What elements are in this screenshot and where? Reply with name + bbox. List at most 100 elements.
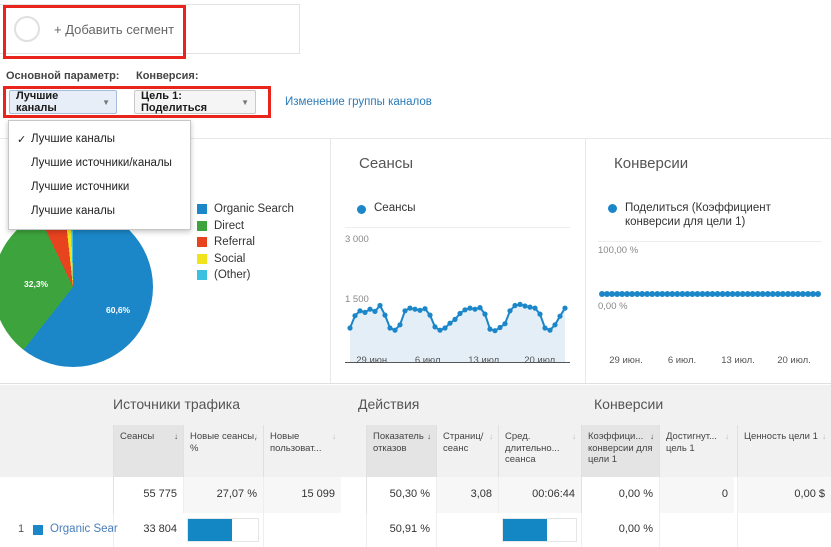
column-header-label: Достигнут... цель 1 [666, 431, 717, 454]
table-group-behavior: Действия [358, 396, 419, 412]
sessions-xtick-3: 20 июл. [513, 355, 569, 366]
conversions-ytick-max: 100,00 % [598, 245, 638, 256]
pie-slice-label-organic: 60,6% [106, 305, 130, 315]
sort-arrow-icon: ↓ [174, 431, 178, 443]
table-row[interactable]: 1 Organic Sear 33 80450,91 %0,00 % [0, 513, 831, 547]
legend-item[interactable]: Direct [197, 218, 294, 235]
sessions-xtick-1: 6 июл. [401, 355, 457, 366]
row-cell-6: 0,00 % [581, 513, 659, 547]
dropdown-item-0[interactable]: ✓ Лучшие каналы [9, 127, 190, 151]
summary-cell-4: 3,08 [436, 477, 498, 513]
sort-arrow-icon: ↓ [725, 431, 729, 443]
add-segment-label: + Добавить сегмент [54, 22, 174, 37]
conversion-value: Цель 1: Поделиться [141, 90, 231, 114]
change-channel-group-link[interactable]: Изменение группы каналов [285, 96, 432, 108]
sessions-xtick-2: 13 июл. [457, 355, 513, 366]
legend-item[interactable]: Social [197, 251, 294, 268]
conversions-xtick-2: 13 июл. [710, 355, 766, 366]
sort-arrow-icon: ↓ [572, 431, 576, 443]
pie-chart-graphic[interactable] [0, 207, 153, 367]
column-header-label: Сред. длительно... сеанса [505, 431, 560, 465]
pie-chart-legend: Organic Search Direct Referral Social (Other… [197, 201, 294, 284]
row-color-swatch [33, 525, 43, 535]
legend-label: Direct [214, 220, 244, 232]
dropdown-item-1[interactable]: Лучшие источники/каналы [9, 151, 190, 175]
summary-cell-3: 50,30 % [366, 477, 436, 513]
conversions-xtick-3: 20 июл. [766, 355, 822, 366]
conversions-xtick-0: 29 июн. [598, 355, 654, 366]
legend-swatch-icon [197, 270, 207, 280]
dropdown-item-label: Лучшие каналы [31, 205, 115, 217]
row-bar-fill [503, 519, 547, 541]
legend-label: Social [214, 253, 245, 265]
sort-arrow-icon: ↓ [489, 431, 493, 443]
table-group-conversions: Конверсии [594, 396, 663, 412]
legend-swatch-icon [197, 237, 207, 247]
column-header-7[interactable]: Достигнут... цель 1 ↓ [659, 425, 734, 477]
summary-cell-8: 0,00 $ [737, 477, 831, 513]
check-icon: ✓ [17, 133, 31, 146]
column-header-2[interactable]: Новые пользоват... ↓ [263, 425, 341, 477]
conversions-top-gridline [598, 241, 822, 242]
legend-label: (Other) [214, 269, 250, 281]
column-header-label: Коэффици... конверсии для цели 1 [588, 431, 653, 465]
sessions-x-axis: 29 июн. 6 июл. 13 июл. 20 июл. [345, 355, 570, 366]
dropdown-item-3[interactable]: Лучшие каналы [9, 199, 190, 223]
sessions-sparkline[interactable] [345, 243, 570, 363]
primary-dimension-dropdown-button[interactable]: Лучшие каналы ▼ [9, 90, 117, 114]
column-header-label: Новые пользоват... [270, 431, 321, 454]
legend-item[interactable]: Organic Search [197, 201, 294, 218]
legend-item[interactable]: (Other) [197, 267, 294, 284]
row-cell-7 [659, 513, 734, 547]
conversion-dropdown-button[interactable]: Цель 1: Поделиться ▼ [134, 90, 256, 114]
primary-dimension-dropdown-menu[interactable]: ✓ Лучшие каналы Лучшие источники/каналы … [8, 120, 191, 230]
row-bar-fill [188, 519, 232, 541]
add-segment-button[interactable]: + Добавить сегмент [0, 5, 299, 53]
column-header-1[interactable]: Новые сеансы, %↓ [183, 425, 263, 477]
column-header-6[interactable]: Коэффици... конверсии для цели 1↓ [581, 425, 659, 477]
conversions-chart-panel: Конверсии Поделиться (Коэффициент конвер… [585, 139, 831, 383]
segment-circle-icon [14, 16, 40, 42]
table-group-row: Источники трафика Действия Конверсии [0, 385, 831, 425]
analytics-page: + Добавить сегмент Основной параметр: Ко… [0, 0, 831, 547]
row-cell-3: 50,91 % [366, 513, 436, 547]
column-header-label: Страниц/ сеанс [443, 431, 483, 454]
row-bar-cell-5 [502, 518, 577, 542]
legend-dot-icon [357, 205, 366, 214]
table-header-row: Сеансы↓Новые сеансы, %↓Новые пользоват..… [0, 425, 831, 478]
row-label-organic-search[interactable]: Organic Sear [50, 523, 120, 535]
row-cell-8 [737, 513, 831, 547]
primary-dimension-value: Лучшие каналы [16, 90, 92, 114]
table-summary-row: 55 77527,07 %15 09950,30 %3,0800:06:440,… [0, 477, 831, 514]
conversions-legend[interactable]: Поделиться (Коэффициент конверсии для це… [608, 201, 808, 229]
pie-chart: 60,6% 32,3% [0, 207, 178, 367]
pie-slice-label-direct: 32,3% [24, 279, 48, 289]
column-header-0[interactable]: Сеансы ↓ [113, 425, 183, 477]
column-header-3[interactable]: Показатель отказов↓ [366, 425, 436, 477]
conversions-sparkline[interactable] [598, 279, 822, 309]
chevron-down-icon: ▼ [92, 98, 110, 107]
legend-swatch-icon [197, 221, 207, 231]
column-header-4[interactable]: Страниц/ сеанс ↓ [436, 425, 498, 477]
dropdown-item-label: Лучшие каналы [31, 133, 115, 145]
legend-item[interactable]: Referral [197, 234, 294, 251]
column-header-label: Сеансы [120, 431, 154, 442]
conversions-chart-title: Конверсии [614, 155, 831, 172]
sessions-top-gridline [345, 227, 570, 236]
sort-arrow-icon: ↓ [332, 431, 336, 443]
conversion-label: Конверсия: [136, 70, 199, 82]
dropdown-item-label: Лучшие источники [31, 181, 129, 193]
summary-cell-1: 27,07 % [183, 477, 263, 513]
sort-arrow-icon: ↓ [822, 431, 826, 443]
summary-cell-6: 0,00 % [581, 477, 659, 513]
summary-cell-5: 00:06:44 [498, 477, 581, 513]
primary-dimension-label: Основной параметр: [6, 70, 119, 82]
sessions-chart-title: Сеансы [359, 155, 585, 172]
sort-arrow-icon: ↓ [427, 431, 431, 443]
dropdown-item-2[interactable]: Лучшие источники [9, 175, 190, 199]
sessions-legend[interactable]: Сеансы [357, 202, 415, 214]
sort-arrow-icon: ↓ [650, 431, 654, 443]
legend-label: Referral [214, 236, 255, 248]
column-header-8[interactable]: Ценность цели 1↓ [737, 425, 831, 477]
column-header-5[interactable]: Сред. длительно... сеанса ↓ [498, 425, 581, 477]
